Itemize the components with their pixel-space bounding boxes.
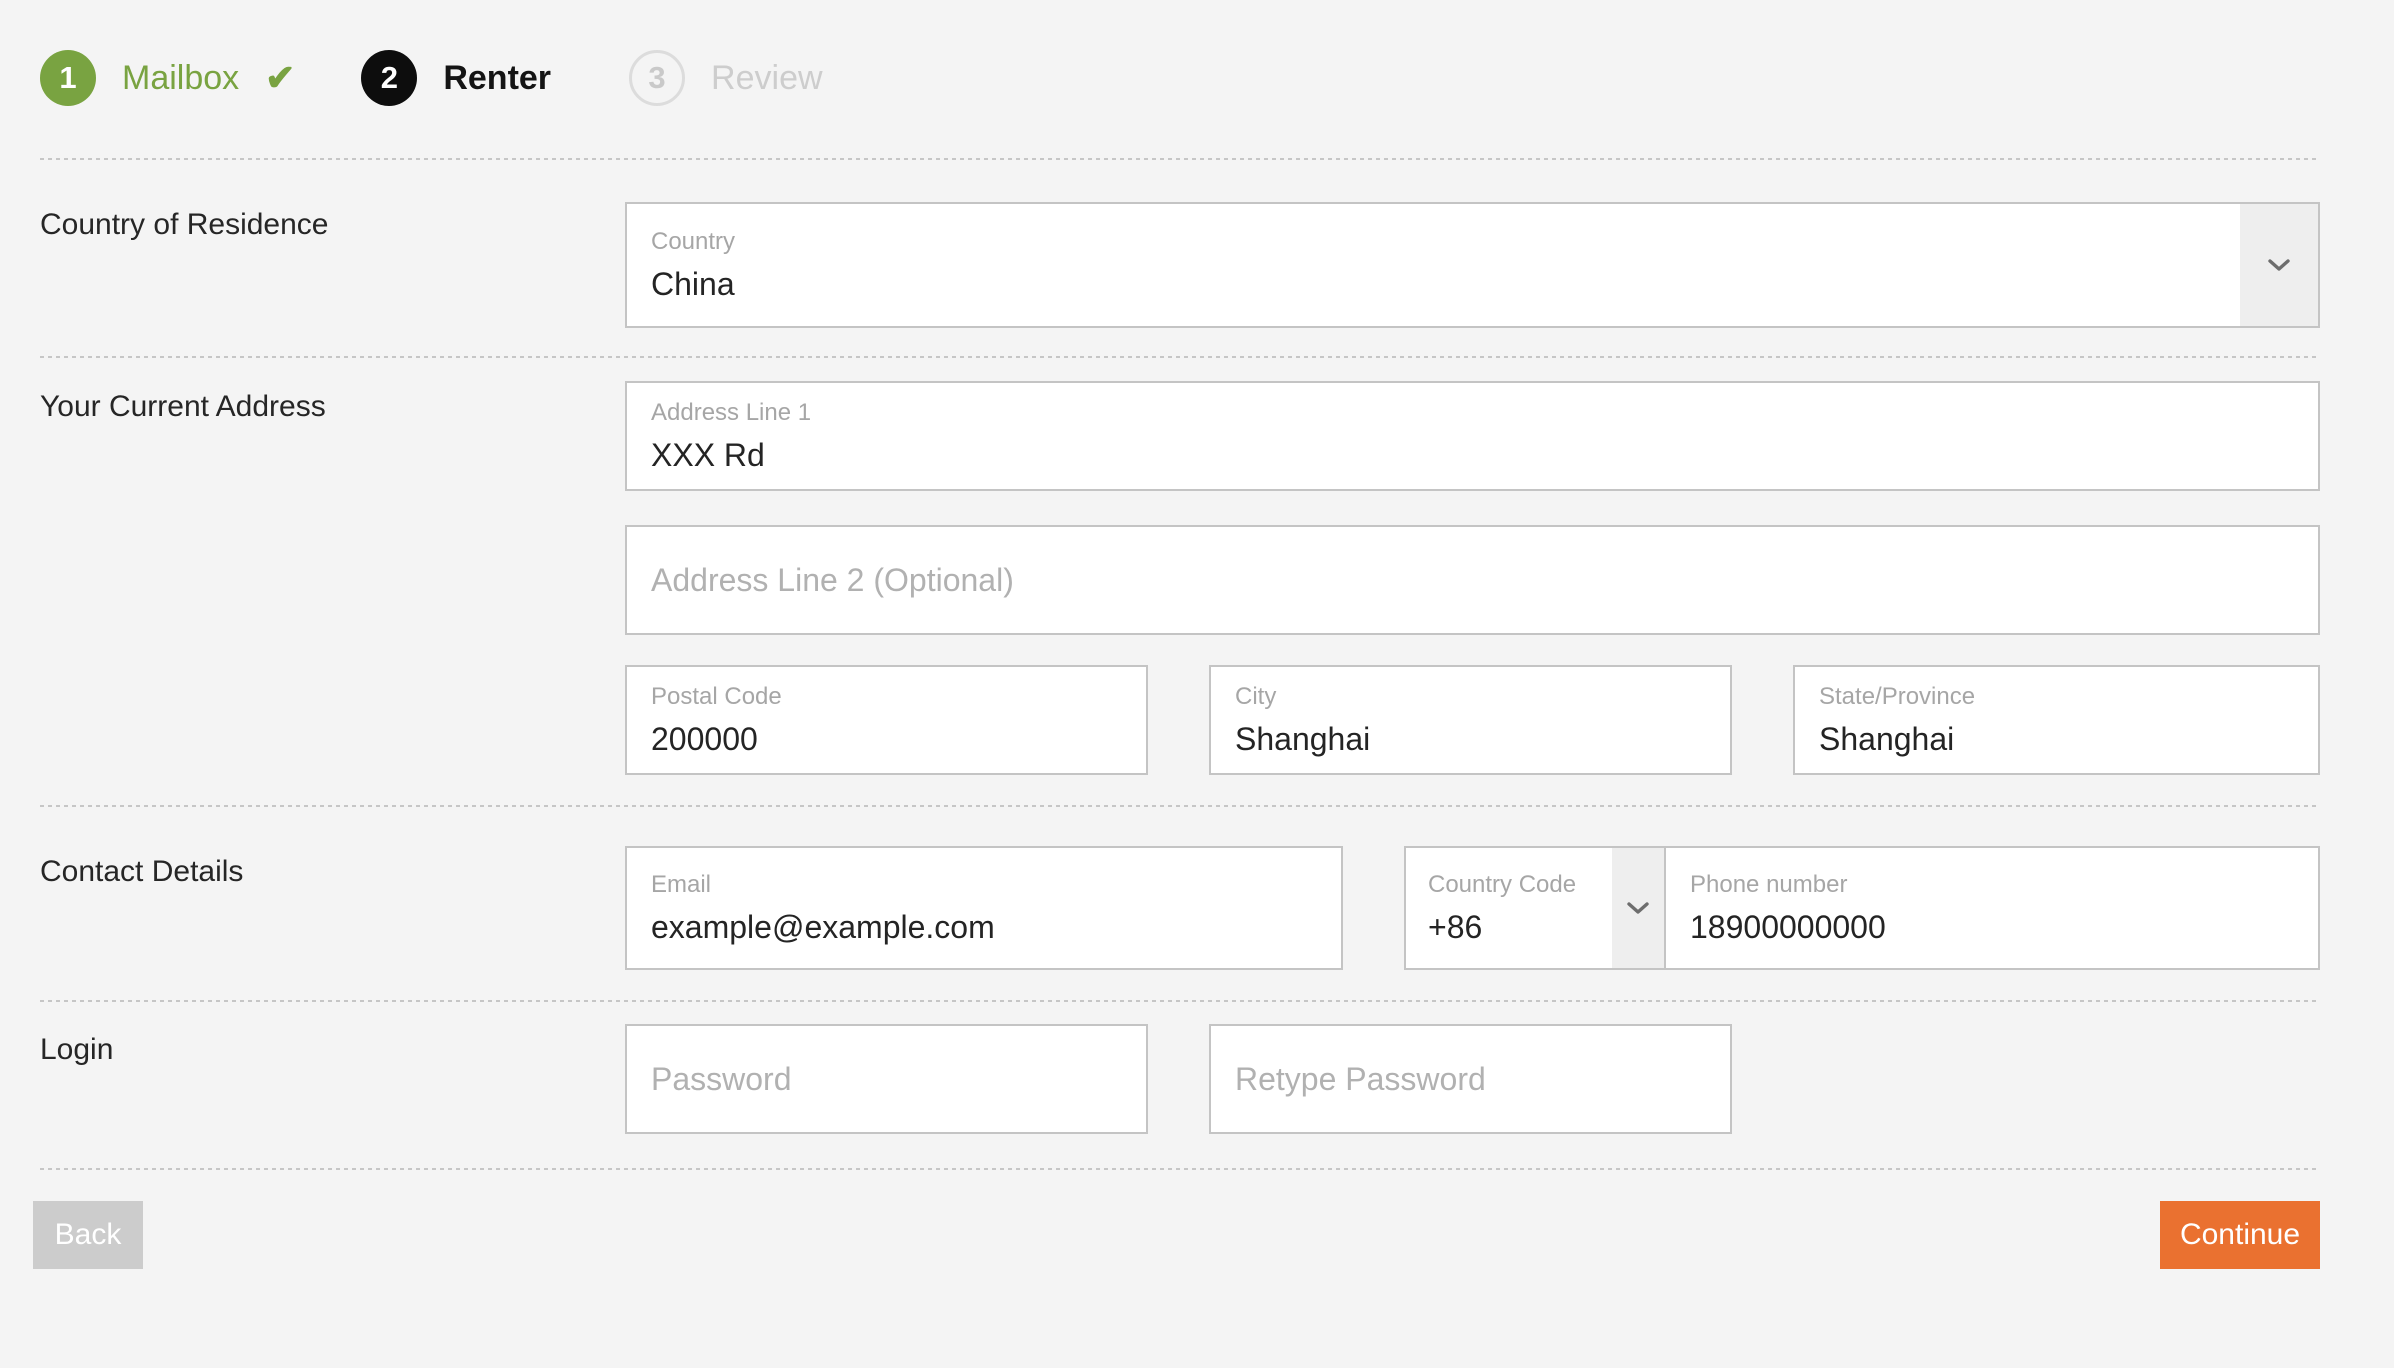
step-label-mailbox: Mailbox	[122, 59, 239, 98]
email-label: Email	[651, 873, 1317, 897]
step-item-mailbox[interactable]: 1 Mailbox ✔	[40, 0, 295, 156]
check-icon: ✔	[265, 60, 295, 96]
city-value: Shanghai	[1235, 723, 1706, 755]
section-label-country-of-residence: Country of Residence	[40, 208, 329, 242]
address-line-2-placeholder: Address Line 2 (Optional)	[651, 564, 2294, 596]
country-code-label: Country Code	[1428, 873, 1590, 897]
divider-before-footer	[40, 1168, 2320, 1170]
step-progress-indicator: 1 Mailbox ✔ 2 Renter 3 Review	[0, 0, 2394, 156]
retype-password-input[interactable]: Retype Password	[1209, 1024, 1732, 1134]
country-code-value: +86	[1428, 911, 1590, 943]
postal-code-value: 200000	[651, 723, 1122, 755]
section-label-current-address: Your Current Address	[40, 390, 326, 424]
continue-button[interactable]: Continue	[2160, 1201, 2320, 1269]
country-select-value: China	[651, 268, 2216, 300]
step-number-badge-1: 1	[40, 50, 96, 106]
address-line-1-value: XXX Rd	[651, 439, 2294, 471]
divider-after-steps	[40, 158, 2320, 160]
email-value: example@example.com	[651, 911, 1317, 943]
email-input[interactable]: Email example@example.com	[625, 846, 1343, 970]
step-label-review: Review	[711, 59, 822, 98]
password-placeholder: Password	[651, 1063, 1122, 1095]
phone-number-input[interactable]: Phone number 18900000000	[1664, 846, 2320, 970]
phone-number-label: Phone number	[1690, 873, 2294, 897]
postal-code-label: Postal Code	[651, 685, 1122, 709]
step-label-renter: Renter	[443, 59, 551, 98]
state-province-value: Shanghai	[1819, 723, 2294, 755]
country-code-arrow-panel[interactable]	[1612, 848, 1664, 968]
chevron-down-icon	[2268, 259, 2290, 271]
back-button[interactable]: Back	[33, 1201, 143, 1269]
country-code-select[interactable]: Country Code +86	[1404, 846, 1666, 970]
state-province-label: State/Province	[1819, 685, 2294, 709]
country-select-label: Country	[651, 230, 2216, 254]
address-line-2-input[interactable]: Address Line 2 (Optional)	[625, 525, 2320, 635]
section-label-contact-details: Contact Details	[40, 855, 243, 889]
renter-registration-page: 1 Mailbox ✔ 2 Renter 3 Review Country of…	[0, 0, 2394, 1368]
city-input[interactable]: City Shanghai	[1209, 665, 1732, 775]
step-item-renter[interactable]: 2 Renter	[361, 0, 551, 156]
divider-after-country	[40, 356, 2320, 358]
chevron-down-icon	[1627, 902, 1649, 914]
section-label-login: Login	[40, 1033, 113, 1067]
step-number-badge-3: 3	[629, 50, 685, 106]
country-select-arrow-panel[interactable]	[2240, 204, 2318, 326]
step-item-review: 3 Review	[629, 0, 822, 156]
postal-code-input[interactable]: Postal Code 200000	[625, 665, 1148, 775]
divider-after-address	[40, 805, 2320, 807]
password-input[interactable]: Password	[625, 1024, 1148, 1134]
state-province-input[interactable]: State/Province Shanghai	[1793, 665, 2320, 775]
country-select-body[interactable]: Country China	[627, 204, 2240, 326]
country-code-select-body[interactable]: Country Code +86	[1406, 848, 1612, 968]
phone-number-value: 18900000000	[1690, 911, 2294, 943]
address-line-1-input[interactable]: Address Line 1 XXX Rd	[625, 381, 2320, 491]
country-select[interactable]: Country China	[625, 202, 2320, 328]
divider-after-contact	[40, 1000, 2320, 1002]
phone-group: Country Code +86 Phone number 1890000000…	[1404, 846, 2320, 970]
retype-password-placeholder: Retype Password	[1235, 1063, 1706, 1095]
city-label: City	[1235, 685, 1706, 709]
address-line-1-label: Address Line 1	[651, 401, 2294, 425]
step-number-badge-2: 2	[361, 50, 417, 106]
